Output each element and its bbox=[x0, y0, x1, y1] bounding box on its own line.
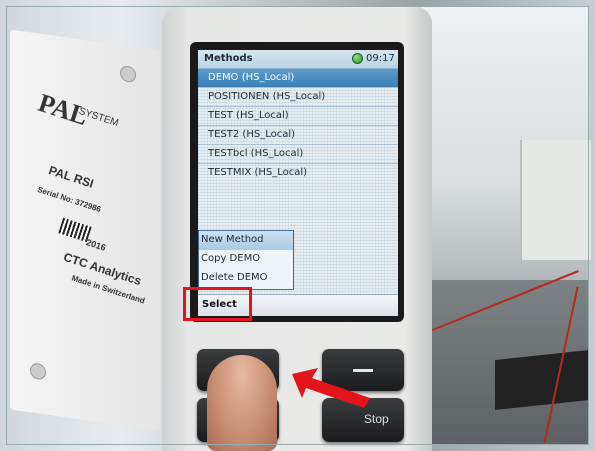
image-frame bbox=[6, 6, 589, 445]
